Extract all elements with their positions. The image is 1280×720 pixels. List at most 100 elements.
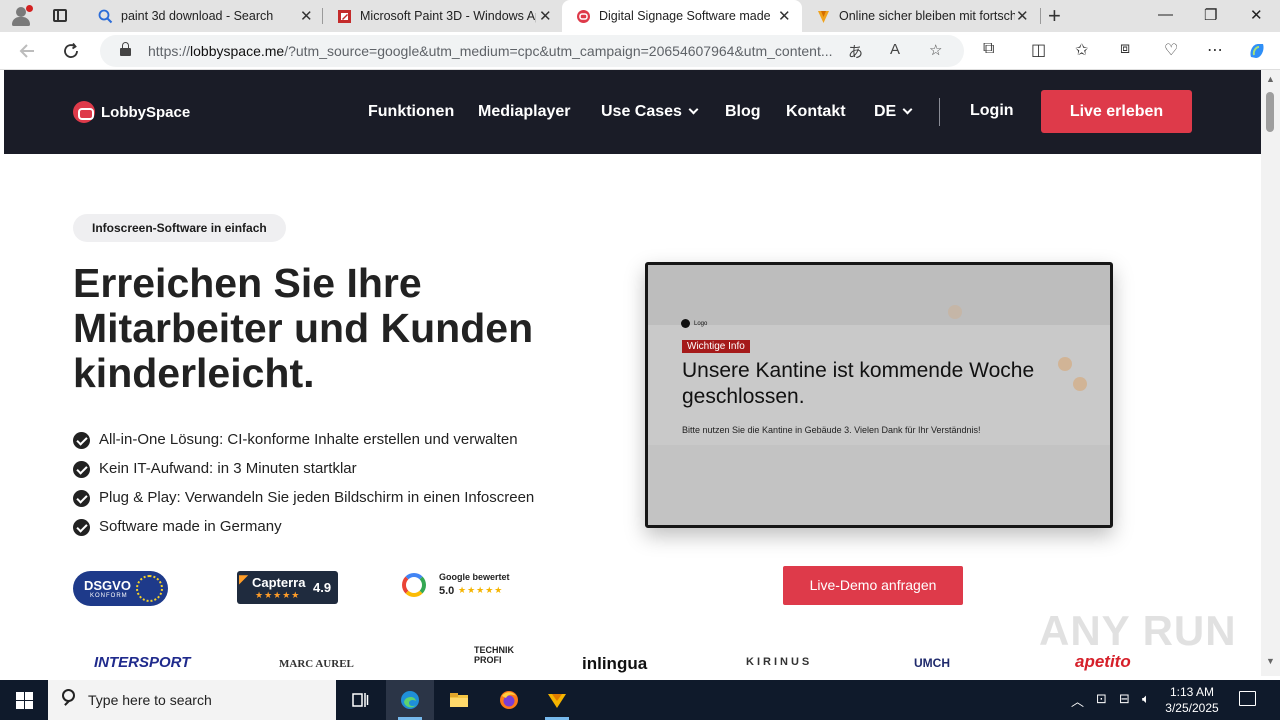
taskbar-file-explorer[interactable] — [435, 680, 483, 720]
chevron-down-icon — [902, 104, 913, 115]
more-menu-icon[interactable]: ⋯ — [1207, 40, 1223, 60]
dsgvo-title: DSGVO — [84, 578, 131, 593]
lock-icon[interactable] — [120, 42, 131, 56]
nav-funktionen[interactable]: Funktionen — [368, 103, 454, 121]
check-circle-icon — [73, 519, 90, 536]
preview-logo-text: Logo — [694, 320, 708, 327]
edge-icon — [401, 691, 419, 709]
tray-app-icon[interactable]: ⊡ — [1096, 691, 1107, 707]
web-page: LobbySpace Funktionen Mediaplayer Use Ca… — [4, 70, 1261, 676]
network-icon[interactable]: ⊟ — [1119, 691, 1130, 707]
rating-stars: ★★★★★ — [458, 585, 504, 595]
extensions-icon[interactable]: ⧉ — [983, 40, 994, 58]
new-tab-button[interactable]: + — [1048, 3, 1061, 29]
taskbar-edge[interactable] — [386, 680, 434, 720]
task-view-button[interactable] — [336, 680, 384, 720]
scroll-down-icon[interactable]: ▼ — [1266, 656, 1275, 666]
hero-pill-badge: Infoscreen-Software in einfach — [73, 214, 286, 242]
windows-start-icon[interactable] — [16, 692, 33, 709]
nav-kontakt[interactable]: Kontakt — [786, 103, 846, 121]
task-view-icon — [352, 693, 369, 707]
capterra-badge[interactable]: ◤ Capterra ★★★★★ 4.9 — [237, 571, 338, 604]
close-tab-icon[interactable]: ✕ — [300, 7, 313, 25]
notification-icon[interactable] — [1239, 691, 1256, 706]
volume-icon[interactable]: 🔈︎ — [1142, 691, 1150, 707]
url-text[interactable]: https://lobbyspace.me/?utm_source=google… — [148, 43, 848, 59]
refresh-icon[interactable] — [62, 42, 80, 60]
close-tab-icon[interactable]: ✕ — [778, 7, 791, 25]
search-icon — [62, 689, 75, 702]
tab-title: Digital Signage Software made in — [599, 9, 771, 23]
logo-dot-icon — [681, 319, 690, 328]
login-link[interactable]: Login — [970, 102, 1014, 120]
nav-mediaplayer[interactable]: Mediaplayer — [478, 103, 570, 121]
site-logo[interactable]: LobbySpace — [73, 101, 190, 123]
favorite-star-icon[interactable]: ☆ — [929, 41, 942, 59]
background-light — [1073, 377, 1087, 391]
anyrun-watermark: ANY RUN — [1039, 607, 1237, 654]
nav-use-cases-label: Use Cases — [601, 103, 682, 120]
preview-subline: Bitte nutzen Sie die Kantine in Gebäude … — [682, 425, 981, 435]
collections-icon[interactable]: ⧈ — [1120, 40, 1130, 58]
google-label: Google bewertet — [439, 572, 510, 582]
tab-actions-icon[interactable] — [53, 9, 67, 22]
browser-essentials-icon[interactable]: ♡ — [1164, 40, 1178, 60]
scrollbar-thumb[interactable] — [1266, 92, 1274, 132]
client-logo-intersport: INTERSPORT — [94, 654, 191, 671]
taskbar-firefox[interactable] — [485, 680, 533, 720]
read-aloud-icon[interactable]: A — [890, 41, 900, 58]
close-tab-icon[interactable]: ✕ — [539, 7, 552, 25]
hero-title: Erreichen Sie Ihre Mitarbeiter und Kunde… — [73, 260, 534, 396]
eu-stars-icon — [136, 575, 163, 602]
background-light — [948, 305, 962, 319]
scroll-up-icon[interactable]: ▲ — [1266, 74, 1275, 84]
feature-item: Software made in Germany — [73, 517, 534, 546]
taskbar-clock[interactable]: 1:13 AM 3/25/2025 — [1160, 684, 1224, 716]
feature-list: All-in-One Lösung: CI-konforme Inhalte e… — [73, 430, 534, 546]
close-tab-icon[interactable]: ✕ — [1016, 7, 1029, 25]
back-icon[interactable] — [18, 42, 36, 60]
preview-logo: Logo — [681, 319, 707, 328]
search-icon — [98, 9, 113, 24]
close-window-button[interactable]: ✕ — [1250, 6, 1263, 24]
restore-button[interactable]: ❐ — [1204, 6, 1217, 24]
address-bar[interactable]: https://lobbyspace.me/?utm_source=google… — [100, 35, 964, 67]
store-icon — [338, 10, 351, 23]
infoscreen-preview: Logo Wichtige Info Unsere Kantine ist ko… — [645, 262, 1113, 528]
nav-divider — [939, 98, 940, 126]
tab-title: Microsoft Paint 3D - Windows Ap — [360, 9, 536, 23]
page-scrollbar[interactable]: ▲ ▼ — [1261, 70, 1280, 676]
profile-icon[interactable] — [10, 5, 33, 27]
lobbyspace-favicon — [577, 10, 590, 23]
language-label: DE — [874, 103, 897, 120]
browser-toolbar: https://lobbyspace.me/?utm_source=google… — [0, 32, 1280, 70]
taskbar-app[interactable] — [533, 680, 581, 720]
translate-icon[interactable]: あ — [848, 41, 863, 62]
tab-bing-search[interactable]: paint 3d download - Search ✕ — [84, 0, 322, 32]
minimize-button[interactable]: — — [1158, 6, 1173, 23]
firefox-icon — [500, 691, 518, 709]
google-rating-badge[interactable]: Google bewertet 5.0 ★★★★★ — [402, 570, 522, 600]
nav-blog[interactable]: Blog — [725, 103, 761, 121]
live-demo-button[interactable]: Live-Demo anfragen — [783, 566, 963, 605]
taskbar-search-box[interactable]: Type here to search — [48, 680, 336, 720]
favorites-icon[interactable]: ✩ — [1075, 40, 1088, 60]
tray-overflow-icon[interactable]: ︿ — [1071, 691, 1084, 710]
url-path: /?utm_source=google&utm_medium=cpc&utm_c… — [284, 43, 833, 59]
tab-microsoft-paint[interactable]: Microsoft Paint 3D - Windows Ap ✕ — [323, 0, 561, 32]
nav-use-cases[interactable]: Use Cases — [601, 103, 699, 121]
tab-lobbyspace[interactable]: Digital Signage Software made in ✕ — [562, 0, 802, 32]
client-logo-inlingua: inlingua — [582, 654, 648, 673]
clock-date: 3/25/2025 — [1165, 701, 1219, 715]
tab-online-sicher[interactable]: Online sicher bleiben mit fortsch ✕ — [802, 0, 1040, 32]
live-erleben-button[interactable]: Live erleben — [1041, 90, 1192, 133]
language-switcher[interactable]: DE — [874, 103, 913, 121]
logo-text: LobbySpace — [101, 103, 191, 121]
feature-item: Plug & Play: Verwandeln Sie jeden Bildsc… — [73, 488, 534, 517]
clock-time: 1:13 AM — [1169, 685, 1215, 699]
preview-tag: Wichtige Info — [682, 340, 750, 353]
split-screen-icon[interactable]: ◫ — [1031, 40, 1046, 60]
copilot-icon[interactable] — [1247, 41, 1267, 61]
lobbyspace-logo-icon — [73, 101, 95, 123]
feature-item: All-in-One Lösung: CI-konforme Inhalte e… — [73, 430, 534, 459]
